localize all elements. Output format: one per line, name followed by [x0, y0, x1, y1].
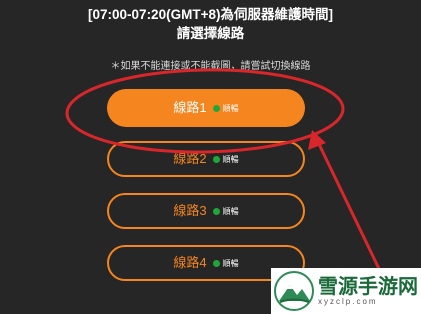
status-dot-icon	[212, 259, 220, 267]
maintenance-title: [07:00-07:20(GMT+8)為伺服器維護時間]	[88, 7, 333, 22]
status-dot-icon	[212, 207, 220, 215]
page-title: 請選擇線路	[176, 26, 245, 41]
arrow-head-icon	[308, 130, 326, 150]
watermark-main: 雪源手游网	[318, 274, 418, 298]
route-label: 線路1	[173, 100, 207, 115]
route-label: 線路3	[173, 203, 207, 218]
status-dot-icon	[212, 104, 220, 112]
mountain-logo-icon	[274, 271, 314, 311]
watermark-sub: xyzclp.com	[318, 297, 378, 306]
route-status: 順暢	[222, 103, 239, 113]
route-status: 順暢	[222, 154, 239, 164]
watermark: 雪源手游网 xyzclp.com	[271, 268, 421, 314]
route-label: 線路4	[173, 255, 207, 270]
route-status: 順暢	[222, 258, 239, 268]
route-1-button[interactable]: 線路1 順暢	[107, 89, 305, 127]
notice-text: ＊如果不能連接或不能截圖，請嘗試切換線路	[110, 61, 311, 72]
route-2-button[interactable]: 線路2 順暢	[107, 141, 305, 177]
route-status: 順暢	[222, 206, 239, 216]
route-3-button[interactable]: 線路3 順暢	[107, 193, 305, 229]
header: [07:00-07:20(GMT+8)為伺服器維護時間] 請選擇線路	[0, 6, 421, 43]
status-dot-icon	[212, 155, 220, 163]
route-label: 線路2	[173, 151, 207, 166]
